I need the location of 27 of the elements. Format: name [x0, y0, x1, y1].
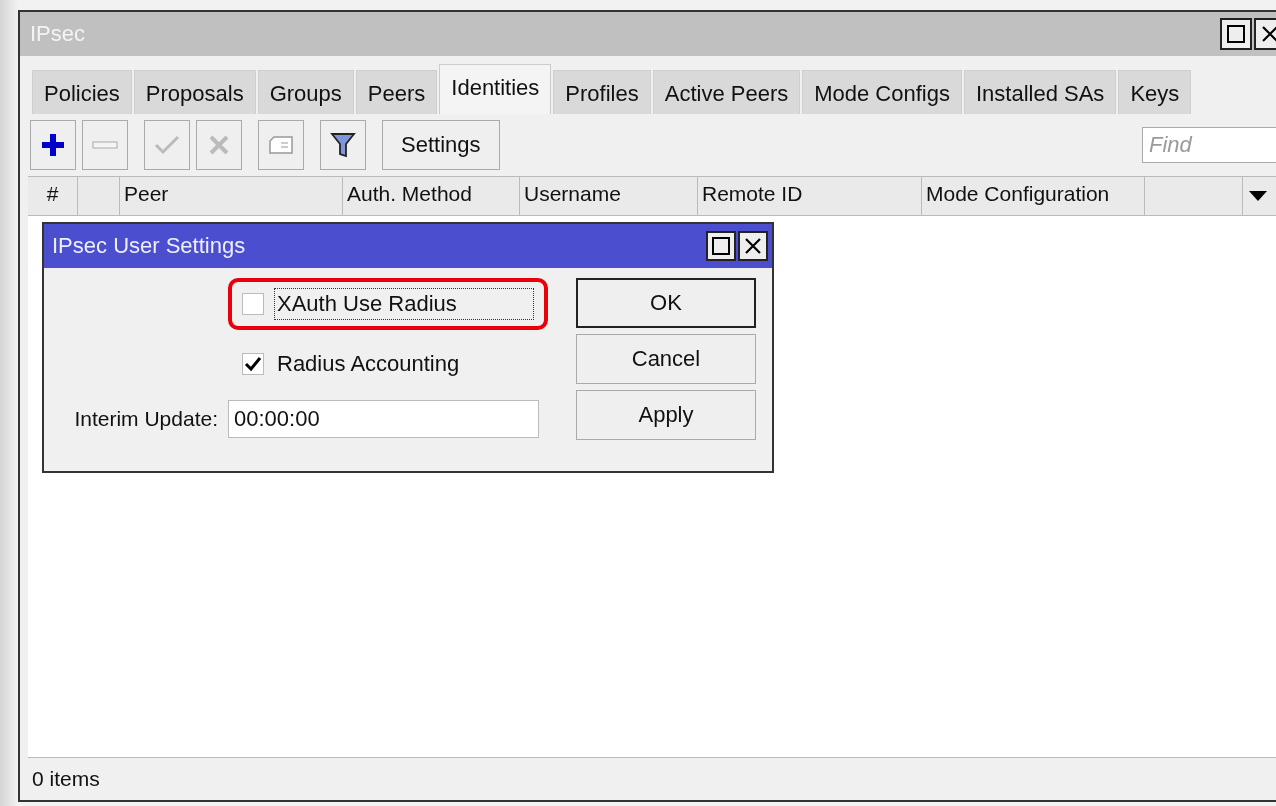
column-header[interactable]: Mode Configuration — [922, 177, 1145, 215]
tab[interactable]: Identities — [439, 64, 552, 114]
tab[interactable]: Proposals — [133, 70, 256, 114]
tab[interactable]: Profiles — [553, 70, 651, 114]
column-header[interactable]: # — [28, 177, 78, 215]
field-label: Interim Update: — [73, 407, 218, 431]
checkbox-label[interactable]: Radius Accounting — [274, 348, 534, 380]
tab[interactable]: Policies — [32, 70, 132, 114]
dialog-button[interactable]: OK — [576, 278, 756, 328]
item-count: 0 items — [32, 767, 100, 791]
column-header[interactable]: Username — [520, 177, 698, 215]
settings-button[interactable]: Settings — [382, 120, 500, 170]
interim-update-field[interactable]: 00:00:00 — [228, 400, 539, 438]
tab[interactable]: Installed SAs — [963, 70, 1117, 114]
tab[interactable]: Peers — [355, 70, 438, 114]
column-header[interactable]: Remote ID — [698, 177, 922, 215]
dialog-button[interactable]: Cancel — [576, 334, 756, 384]
tab[interactable]: Active Peers — [652, 70, 801, 114]
column-header[interactable]: Peer — [120, 177, 343, 215]
tab[interactable]: Groups — [257, 70, 354, 114]
tab[interactable]: Mode Configs — [802, 70, 962, 114]
tab[interactable]: Keys — [1118, 70, 1192, 114]
dialog-title: IPsec User Settings — [52, 233, 246, 259]
column-header[interactable]: Auth. Method — [343, 177, 520, 215]
checkbox-label[interactable]: XAuth Use Radius — [274, 288, 534, 320]
dialog-button[interactable]: Apply — [576, 390, 756, 440]
find-field[interactable]: Find — [1142, 127, 1276, 163]
